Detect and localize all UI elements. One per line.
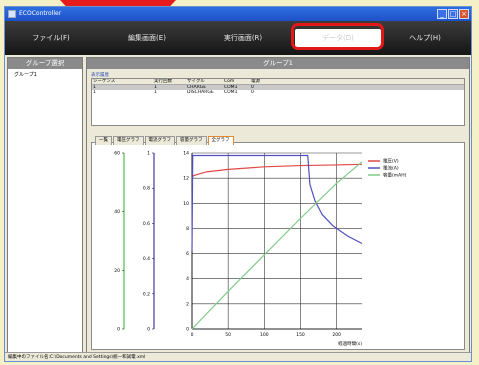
- group-detail-header: グループ1: [87, 58, 469, 69]
- x-axis-label: 経過時間(s): [338, 340, 362, 347]
- app-window: ECOController _ □ × ファイル(F) 編集画面(E) 実行画面…: [4, 6, 472, 362]
- legend-label-1: 電流(A): [383, 165, 399, 172]
- axis-tick-label-left1: 60: [114, 151, 120, 157]
- tab-voltage-graph[interactable]: 電圧グラフ: [113, 136, 144, 145]
- y-tick-label: 0: [186, 327, 189, 333]
- group-select-pane: グループ選択 グループ1: [7, 57, 83, 353]
- col-sequence[interactable]: シーケンス: [92, 79, 153, 84]
- x-tick-label: 200: [332, 332, 341, 338]
- y-tick-label: 6: [186, 251, 189, 257]
- axis-tick-label-left1: 20: [114, 268, 120, 274]
- chart-panel: 一覧 電圧グラフ 電流グラフ 容量グラフ 全グラフ 0 50 100 150 200 14…: [91, 136, 465, 350]
- axis-tick-label-left1: 0: [117, 327, 120, 333]
- axis-tick-label-left2: 0.4: [143, 256, 150, 262]
- table-row[interactable]: 1 1 DISCHARGE COM1 0: [92, 90, 464, 95]
- y-tick-label: 12: [183, 176, 189, 182]
- y-tick-label: 4: [186, 276, 189, 282]
- group-detail-pane: グループ1 表示履歴 シーケンス 実行回数 サイクル Com 電源 1 1 CH…: [86, 57, 470, 353]
- col-power[interactable]: 電源: [250, 79, 281, 84]
- maximize-icon[interactable]: □: [448, 9, 458, 19]
- col-com[interactable]: Com: [223, 79, 250, 84]
- x-tick-label: 50: [225, 332, 231, 338]
- y-tick-label: 2: [186, 301, 189, 307]
- col-run-count[interactable]: 実行回数: [153, 79, 186, 84]
- group-item-1[interactable]: グループ1: [8, 69, 82, 78]
- x-tick-label: 150: [296, 332, 305, 338]
- tab-capacity-graph[interactable]: 容量グラフ: [176, 136, 207, 145]
- axis-tick-label-left2: 0.8: [143, 186, 150, 192]
- status-bar: 編集中のファイル名:C:\Documents and Settings\統一和試…: [5, 352, 471, 361]
- close-icon[interactable]: ×: [459, 9, 469, 19]
- tab-all-graph[interactable]: 全グラフ: [207, 136, 234, 145]
- chart-tabs: 一覧 電圧グラフ 電流グラフ 容量グラフ 全グラフ: [95, 136, 235, 145]
- menu-run-screen[interactable]: 実行画面(R): [197, 33, 289, 43]
- axis-tick-label-left2: 0.6: [143, 221, 150, 227]
- axis-tick-label-left2: 0.2: [143, 291, 150, 297]
- menu-bar: ファイル(F) 編集画面(E) 実行画面(R) データ(D) ヘルプ(H): [5, 21, 471, 55]
- menu-data[interactable]: データ(D): [295, 29, 381, 47]
- tab-current-graph[interactable]: 電流グラフ: [144, 136, 175, 145]
- all-graph-chart: 0 50 100 150 20014121086420604020010.80.60.4…: [114, 151, 407, 348]
- menu-file[interactable]: ファイル(F): [5, 33, 97, 43]
- axis-tick-label-left1: 40: [114, 209, 120, 215]
- y-tick-label: 14: [183, 151, 189, 157]
- window-title: ECOController: [19, 10, 62, 17]
- legend-label-2: 容量(mAH): [383, 172, 407, 179]
- menu-help[interactable]: ヘルプ(H): [381, 33, 469, 43]
- y-tick-label: 10: [183, 201, 189, 207]
- menu-edit-screen[interactable]: 編集画面(E): [97, 33, 197, 43]
- title-bar: ECOController _ □ ×: [5, 7, 471, 21]
- history-table: シーケンス 実行回数 サイクル Com 電源 1 1 CHARGE COM1 0…: [91, 78, 465, 126]
- x-tick-label: 100: [260, 332, 269, 338]
- axis-tick-label-left2: 0: [147, 327, 150, 333]
- axis-tick-label-left2: 1: [147, 151, 150, 157]
- group-select-header: グループ選択: [8, 58, 82, 69]
- tab-list[interactable]: 一覧: [95, 136, 112, 145]
- legend-label-0: 電圧(V): [383, 159, 399, 165]
- x-tick-label: 0: [191, 332, 194, 338]
- col-cycle[interactable]: サイクル: [186, 79, 223, 84]
- y-tick-label: 8: [186, 226, 189, 232]
- app-icon: [8, 10, 16, 18]
- minimize-icon[interactable]: _: [437, 9, 447, 19]
